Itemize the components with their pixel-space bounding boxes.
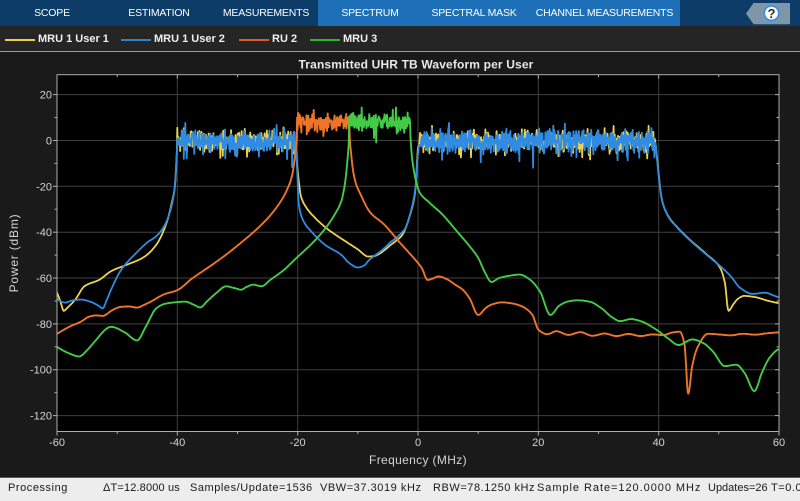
svg-text:Power (dBm): Power (dBm): [7, 214, 21, 293]
svg-text:-20: -20: [36, 181, 52, 193]
svg-text:-80: -80: [36, 319, 52, 331]
svg-text:-40: -40: [169, 437, 185, 449]
svg-text:Frequency (MHz): Frequency (MHz): [369, 453, 467, 467]
svg-text:60: 60: [773, 437, 785, 449]
svg-text:Transmitted UHR TB Waveform pe: Transmitted UHR TB Waveform per User: [298, 58, 533, 72]
svg-text:20: 20: [532, 437, 544, 449]
svg-text:20: 20: [40, 90, 52, 102]
svg-text:-60: -60: [49, 437, 65, 449]
svg-text:40: 40: [653, 437, 665, 449]
svg-text:-40: -40: [36, 227, 52, 239]
svg-text:-120: -120: [30, 411, 52, 423]
svg-text:0: 0: [46, 136, 52, 148]
svg-text:-100: -100: [30, 365, 52, 377]
svg-text:-20: -20: [290, 437, 306, 449]
svg-text:0: 0: [415, 437, 421, 449]
svg-text:-60: -60: [36, 273, 52, 285]
